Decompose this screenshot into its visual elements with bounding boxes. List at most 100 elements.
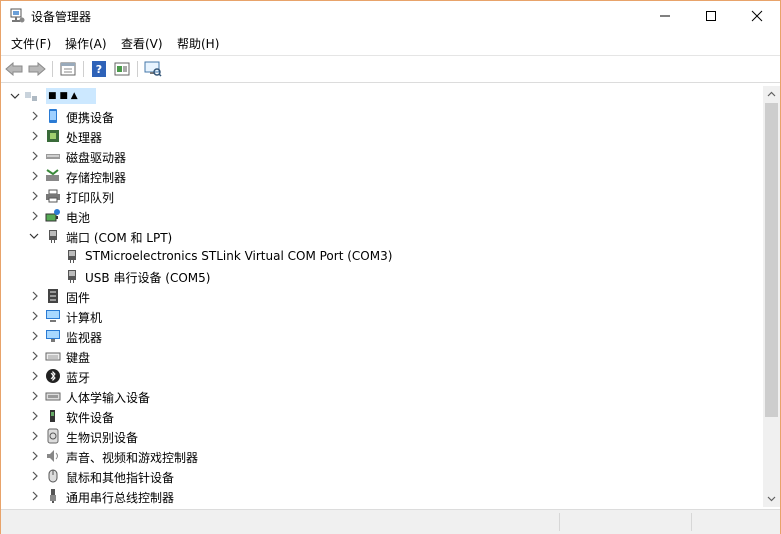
chevron-right-icon[interactable] bbox=[30, 371, 40, 381]
chevron-right-icon[interactable] bbox=[30, 111, 40, 121]
scroll-up-button[interactable] bbox=[763, 86, 780, 103]
tree-category-label: 端口 (COM 和 LPT) bbox=[66, 231, 173, 245]
portable-device-icon bbox=[49, 109, 57, 123]
chevron-right-icon[interactable] bbox=[30, 151, 40, 161]
chevron-down-icon[interactable] bbox=[10, 91, 20, 101]
sound-icon bbox=[47, 450, 58, 462]
properties-icon bbox=[60, 62, 76, 76]
chevron-right-icon[interactable] bbox=[30, 491, 40, 501]
tree-category[interactable]: 处理器 bbox=[2, 126, 762, 146]
chevron-right-icon[interactable] bbox=[30, 211, 40, 221]
tree-category-label: 电池 bbox=[66, 211, 91, 225]
chevron-right-icon[interactable] bbox=[30, 471, 40, 481]
menu-bar: 文件(F) 操作(A) 查看(V) 帮助(H) bbox=[1, 32, 780, 54]
tree-category-label: 处理器 bbox=[66, 131, 103, 145]
firmware-icon bbox=[48, 289, 58, 303]
status-cell bbox=[691, 513, 780, 531]
help-button[interactable]: ? bbox=[90, 60, 108, 78]
scan-hardware-icon bbox=[144, 61, 162, 77]
chevron-right-icon[interactable] bbox=[30, 171, 40, 181]
tree-category[interactable]: 存储控制器 bbox=[2, 166, 762, 186]
scroll-down-button[interactable] bbox=[763, 490, 780, 507]
tree-category[interactable]: 磁盘驱动器 bbox=[2, 146, 762, 166]
chevron-down-icon[interactable] bbox=[29, 231, 39, 241]
menu-view[interactable]: 查看(V) bbox=[121, 35, 163, 52]
chevron-right-icon[interactable] bbox=[30, 351, 40, 361]
device-tree: ■ ■ ▲ 便携设备处理器磁盘驱动器 存储控制器打印队列电池端口 (COM 和 L… bbox=[2, 86, 762, 507]
help-icon: ? bbox=[92, 61, 106, 77]
scan-hardware-button[interactable] bbox=[144, 60, 162, 78]
chevron-right-icon[interactable] bbox=[30, 431, 40, 441]
update-driver-icon bbox=[114, 62, 130, 76]
battery-icon bbox=[45, 209, 60, 222]
mouse-icon bbox=[48, 469, 58, 483]
menu-help[interactable]: 帮助(H) bbox=[177, 35, 219, 52]
minimize-button[interactable] bbox=[642, 1, 688, 31]
maximize-button[interactable] bbox=[688, 1, 734, 31]
menu-action[interactable]: 操作(A) bbox=[65, 35, 107, 52]
disk-drive-icon bbox=[46, 154, 60, 159]
tree-category-label: 通用串行总线控制器 bbox=[66, 491, 175, 505]
chevron-right-icon[interactable] bbox=[30, 331, 40, 341]
port-icon bbox=[49, 230, 57, 243]
tree-category[interactable]: 计算机 bbox=[2, 306, 762, 326]
scroll-thumb[interactable] bbox=[765, 103, 778, 417]
status-cell bbox=[559, 513, 690, 531]
computer-icon bbox=[46, 310, 60, 322]
tree-category[interactable]: 监视器 bbox=[2, 326, 762, 346]
back-arrow-icon bbox=[5, 62, 23, 76]
port-icon bbox=[68, 250, 76, 263]
tree-category-label: 计算机 bbox=[66, 311, 103, 325]
chevron-down-icon bbox=[767, 496, 776, 502]
chevron-right-icon[interactable] bbox=[30, 311, 40, 321]
chevron-right-icon[interactable] bbox=[30, 131, 40, 141]
back-button[interactable] bbox=[5, 60, 23, 78]
toolbar: ? bbox=[1, 55, 780, 83]
forward-button[interactable] bbox=[28, 60, 46, 78]
monitor-icon bbox=[46, 330, 60, 342]
tree-category[interactable]: 生物识别设备 bbox=[2, 426, 762, 446]
tree-category-label: 人体学输入设备 bbox=[66, 391, 151, 405]
svg-text:?: ? bbox=[96, 63, 102, 76]
usb-icon bbox=[50, 489, 56, 503]
tree-category[interactable]: 软件设备 bbox=[2, 406, 762, 426]
tree-category[interactable]: 人体学输入设备 bbox=[2, 386, 762, 406]
tree-category-label: 声音、视频和游戏控制器 bbox=[66, 451, 199, 465]
tree-device[interactable]: USB 串行设备 (COM5) bbox=[2, 266, 762, 286]
menu-file[interactable]: 文件(F) bbox=[11, 35, 51, 52]
tree-category[interactable]: 打印队列 bbox=[2, 186, 762, 206]
tree-category[interactable]: 蓝牙 bbox=[2, 366, 762, 386]
computer-name[interactable]: ■ ■ ▲ bbox=[46, 88, 96, 104]
tree-category-label: 打印队列 bbox=[66, 191, 115, 205]
tree-device-label: USB 串行设备 (COM5) bbox=[85, 271, 211, 285]
chevron-right-icon[interactable] bbox=[30, 291, 40, 301]
biometric-icon bbox=[47, 428, 59, 444]
device-manager-window: 设备管理器 文件(F) 操作(A) 查看(V) 帮助(H) ? ■ ■ ▲ 便携… bbox=[0, 0, 781, 534]
tree-category[interactable]: 端口 (COM 和 LPT) bbox=[2, 226, 762, 246]
software-device-icon bbox=[50, 410, 55, 422]
properties-button[interactable] bbox=[59, 60, 77, 78]
tree-category[interactable]: 便携设备 bbox=[2, 106, 762, 126]
close-button[interactable] bbox=[734, 1, 780, 31]
tree-category[interactable]: 鼠标和其他指针设备 bbox=[2, 466, 762, 486]
chevron-right-icon[interactable] bbox=[30, 411, 40, 421]
tree-device[interactable]: STMicroelectronics STLink Virtual COM Po… bbox=[2, 246, 762, 266]
tree-category-label: 便携设备 bbox=[66, 111, 115, 125]
tree-category[interactable]: 通用串行总线控制器 bbox=[2, 486, 762, 506]
chevron-up-icon bbox=[767, 91, 776, 97]
chevron-right-icon[interactable] bbox=[30, 191, 40, 201]
chevron-right-icon[interactable] bbox=[30, 451, 40, 461]
maximize-icon bbox=[706, 11, 716, 21]
update-driver-button[interactable] bbox=[113, 60, 131, 78]
window-title: 设备管理器 bbox=[31, 10, 92, 24]
chevron-right-icon[interactable] bbox=[30, 391, 40, 401]
tree-category[interactable]: 固件 bbox=[2, 286, 762, 306]
hid-icon bbox=[45, 392, 61, 401]
computer-icon bbox=[25, 92, 37, 101]
tree-category[interactable]: 声音、视频和游戏控制器 bbox=[2, 446, 762, 466]
tree-root[interactable]: ■ ■ ▲ bbox=[2, 86, 762, 106]
tree-category[interactable]: 电池 bbox=[2, 206, 762, 226]
tree-category[interactable]: 键盘 bbox=[2, 346, 762, 366]
vertical-scrollbar[interactable] bbox=[763, 86, 780, 507]
tree-category-label: 磁盘驱动器 bbox=[66, 151, 127, 165]
